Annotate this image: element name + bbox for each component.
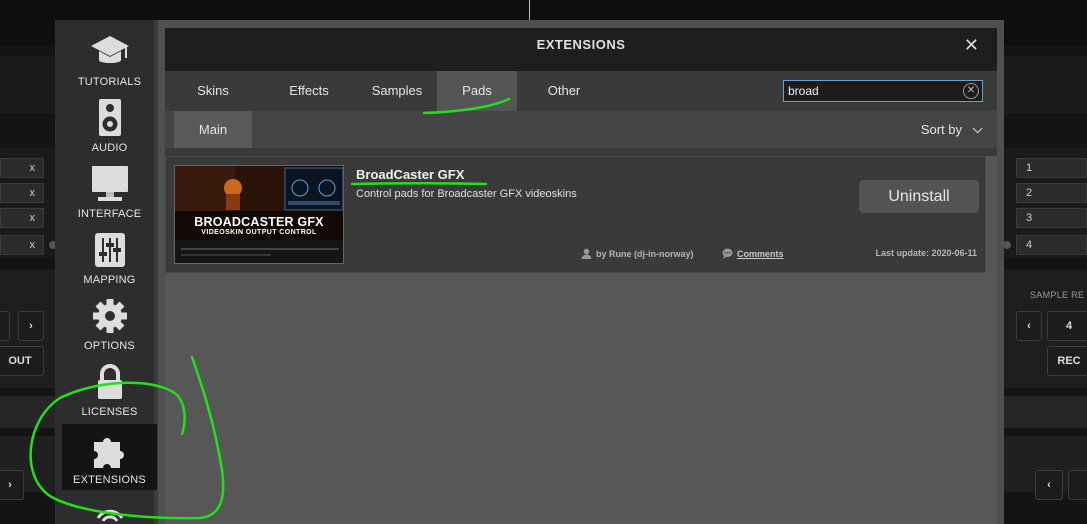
rec-button[interactable]: REC — [1047, 346, 1087, 376]
dialog-titlebar: EXTENSIONS ✕ — [165, 28, 997, 71]
sort-by-dropdown[interactable]: Sort by — [920, 111, 983, 148]
background-divider — [529, 0, 530, 20]
bg-button[interactable] — [1068, 470, 1087, 500]
tab-effects[interactable]: Effects — [261, 71, 357, 111]
bg-button[interactable] — [0, 311, 10, 341]
tab-pads[interactable]: Pads — [437, 71, 517, 111]
pad-row[interactable]: x — [0, 183, 44, 203]
subtab-main[interactable]: Main — [174, 111, 252, 148]
search-box: ✕ — [783, 80, 983, 102]
user-icon — [581, 248, 592, 259]
prev-button[interactable]: ‹ — [1035, 470, 1063, 500]
extension-thumbnail: BROADCASTER GFX VIDEOSKIN OUTPUT CONTROL — [174, 165, 344, 264]
thumbnail-title: BROADCASTER GFX — [194, 215, 324, 229]
extension-author: by Rune (dj-in-norway) — [581, 248, 694, 259]
extension-name: BroadCaster GFX — [356, 167, 465, 182]
uninstall-button[interactable]: Uninstall — [859, 180, 979, 213]
extensions-dialog: EXTENSIONS ✕ Skins Effects Samples Pads … — [158, 20, 1004, 524]
prev-button[interactable]: ‹ — [1016, 311, 1042, 341]
close-icon[interactable]: ✕ — [964, 36, 979, 54]
tab-other[interactable]: Other — [517, 71, 611, 111]
sidebar-item-audio[interactable]: AUDIO — [62, 98, 157, 164]
sidebar-item-tutorials[interactable]: TUTORIALS — [62, 32, 157, 98]
sidebar-item-next[interactable] — [62, 496, 157, 524]
out-button[interactable]: OUT — [0, 346, 44, 376]
settings-sidebar: TUTORIALS AUDIO INTERFACE MAPPING OPTION… — [55, 20, 158, 524]
sort-by-label: Sort by — [920, 122, 962, 137]
sliders-icon — [94, 233, 125, 267]
pad-number[interactable]: 1 — [1016, 158, 1087, 178]
tab-samples[interactable]: Samples — [349, 71, 445, 111]
pad-number[interactable]: 4 — [1016, 235, 1087, 255]
clear-search-icon[interactable]: ✕ — [963, 83, 979, 99]
results-list: BROADCASTER GFX VIDEOSKIN OUTPUT CONTROL… — [165, 156, 997, 524]
next-button[interactable]: › — [18, 311, 44, 341]
gear-icon — [92, 299, 127, 333]
pad-row[interactable]: x — [0, 235, 44, 255]
comment-icon — [722, 248, 733, 259]
pad-row[interactable]: x — [0, 208, 44, 228]
broadcast-icon — [96, 509, 123, 522]
next-button[interactable]: › — [0, 470, 24, 500]
lock-icon — [97, 364, 122, 399]
chevron-down-icon — [972, 123, 983, 134]
thumbnail-subtitle: VIDEOSKIN OUTPUT CONTROL — [201, 229, 317, 236]
sample-label: SAMPLE RE — [1030, 290, 1085, 300]
monitor-icon — [91, 166, 128, 201]
dialog-title: EXTENSIONS — [536, 37, 626, 52]
pad-number[interactable]: 3 — [1016, 208, 1087, 228]
list-item[interactable]: BROADCASTER GFX VIDEOSKIN OUTPUT CONTROL… — [165, 156, 986, 273]
sample-value[interactable]: 4 — [1047, 311, 1087, 341]
knob[interactable] — [1003, 241, 1011, 249]
tab-skins[interactable]: Skins — [165, 71, 261, 111]
search-input[interactable] — [784, 81, 959, 101]
speaker-icon — [98, 99, 121, 136]
divider — [165, 148, 997, 156]
subcategory-bar: Main Sort by — [165, 111, 997, 148]
last-update: Last update: 2020-06-11 — [875, 248, 977, 258]
sidebar-item-licenses[interactable]: LICENSES — [62, 362, 157, 428]
comments-link[interactable]: Comments — [722, 248, 784, 259]
sidebar-item-options[interactable]: OPTIONS — [62, 296, 157, 362]
category-tabs: Skins Effects Samples Pads Other ✕ — [165, 71, 997, 111]
pad-number[interactable]: 2 — [1016, 183, 1087, 203]
puzzle-icon — [93, 438, 124, 468]
extension-description: Control pads for Broadcaster GFX videosk… — [356, 188, 577, 200]
pad-row[interactable]: x — [0, 158, 44, 178]
sidebar-item-mapping[interactable]: MAPPING — [62, 230, 157, 296]
sidebar-item-extensions[interactable]: EXTENSIONS — [62, 424, 157, 490]
graduation-cap-icon — [90, 36, 129, 63]
sidebar-item-interface[interactable]: INTERFACE — [62, 164, 157, 230]
